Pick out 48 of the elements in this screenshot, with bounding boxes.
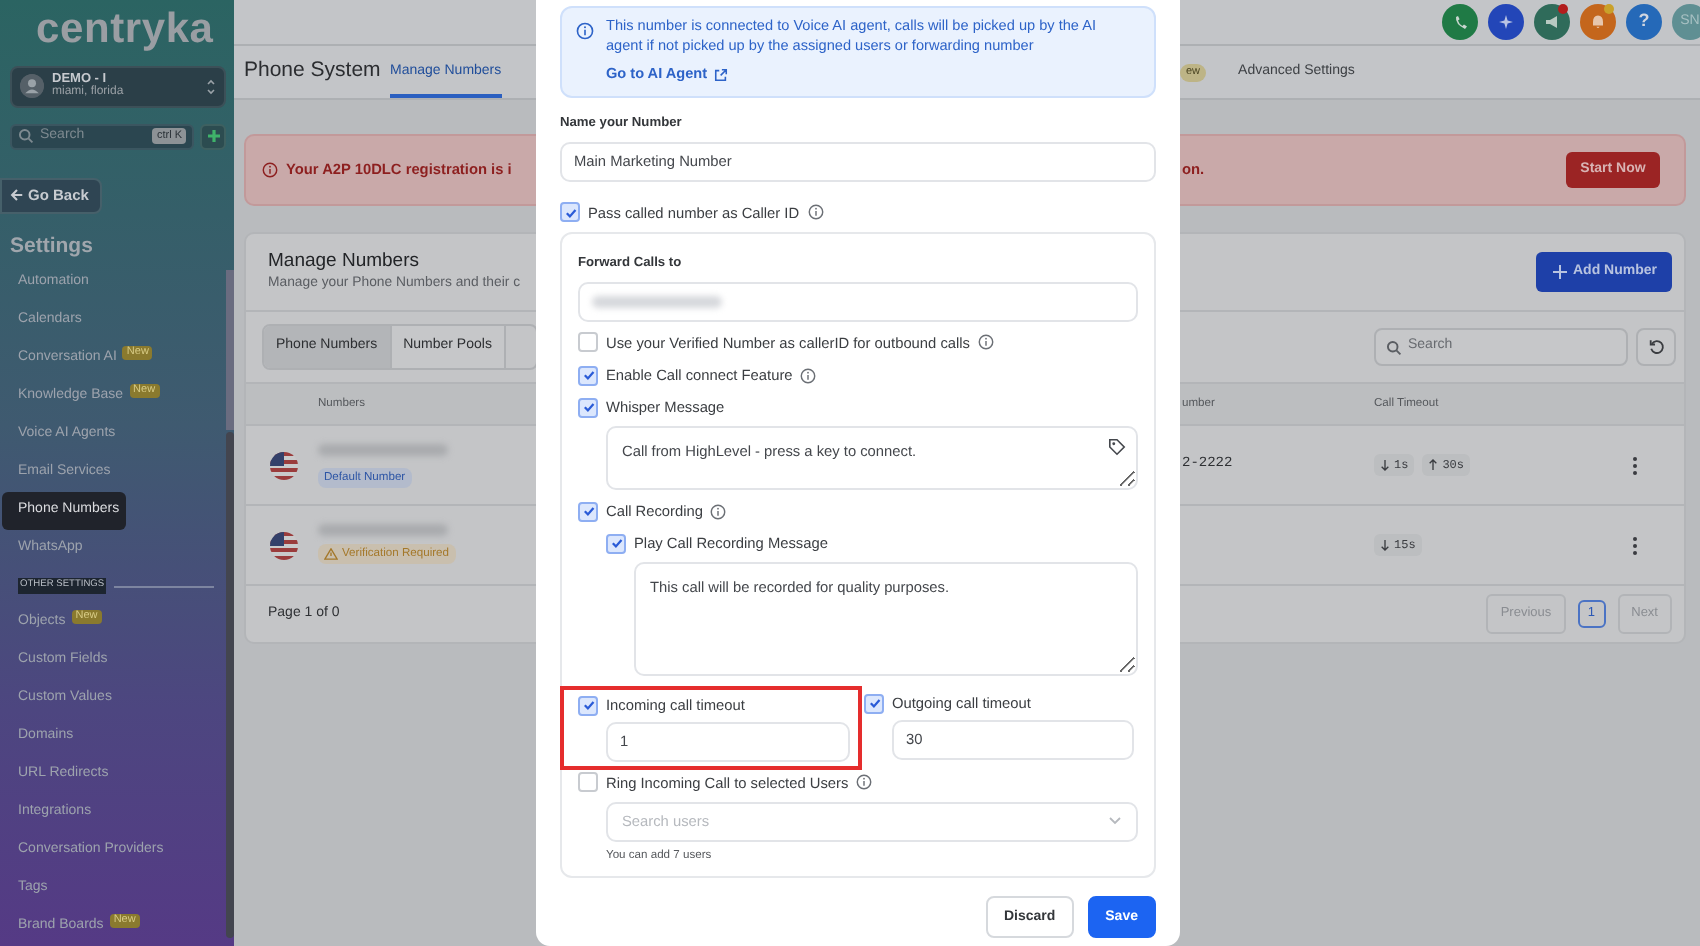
add-button[interactable] bbox=[200, 123, 226, 150]
checkbox[interactable] bbox=[578, 501, 598, 522]
help-button[interactable]: ? bbox=[1626, 4, 1662, 40]
user-icon bbox=[20, 74, 44, 99]
checkbox[interactable] bbox=[578, 365, 598, 386]
sparkle-icon bbox=[1496, 12, 1516, 32]
phone-icon bbox=[1450, 12, 1470, 32]
forward-number-field[interactable] bbox=[578, 281, 1138, 322]
brand-logo: centryka bbox=[34, 4, 216, 54]
chevron-icon bbox=[206, 77, 216, 96]
megaphone-button[interactable] bbox=[1534, 4, 1570, 40]
checkbox[interactable] bbox=[560, 202, 580, 223]
plus-icon bbox=[1551, 264, 1567, 280]
search-icon bbox=[18, 128, 34, 145]
tag-icon[interactable] bbox=[1108, 438, 1126, 457]
info-icon bbox=[807, 204, 824, 221]
refresh-button[interactable] bbox=[1636, 328, 1676, 366]
more-icon[interactable] bbox=[1632, 455, 1638, 475]
checkbox[interactable] bbox=[864, 693, 884, 714]
checkbox[interactable] bbox=[578, 397, 598, 418]
checkbox[interactable] bbox=[578, 332, 598, 353]
flag-icon bbox=[270, 531, 298, 559]
sparkle-button[interactable] bbox=[1488, 4, 1524, 40]
arrow-left-icon bbox=[10, 188, 24, 203]
megaphone-icon bbox=[1542, 12, 1562, 32]
scrollbar-thumb[interactable] bbox=[226, 432, 234, 938]
info-icon bbox=[262, 161, 278, 178]
info-icon bbox=[576, 22, 594, 40]
arrow-down-icon bbox=[1380, 458, 1390, 472]
page-title: Phone System bbox=[242, 56, 381, 87]
arrow-down-icon bbox=[1380, 538, 1390, 552]
plus-icon bbox=[205, 128, 221, 145]
warning-icon bbox=[324, 547, 338, 559]
refresh-icon bbox=[1647, 338, 1665, 356]
checkbox[interactable] bbox=[578, 695, 598, 716]
external-link-icon bbox=[713, 67, 728, 82]
chevron-down-icon bbox=[1108, 816, 1122, 827]
info-icon bbox=[856, 774, 873, 791]
phone-button[interactable] bbox=[1442, 4, 1478, 40]
search-icon bbox=[1386, 339, 1402, 355]
settings-heading: Settings bbox=[8, 232, 95, 262]
checkbox[interactable] bbox=[578, 772, 598, 793]
flag-icon bbox=[270, 451, 298, 479]
checkbox[interactable] bbox=[606, 533, 626, 554]
arrow-up-icon bbox=[1428, 458, 1439, 472]
more-icon[interactable] bbox=[1632, 535, 1638, 555]
bell-icon bbox=[1588, 12, 1608, 32]
card-title: Manage Numbers bbox=[266, 249, 422, 274]
